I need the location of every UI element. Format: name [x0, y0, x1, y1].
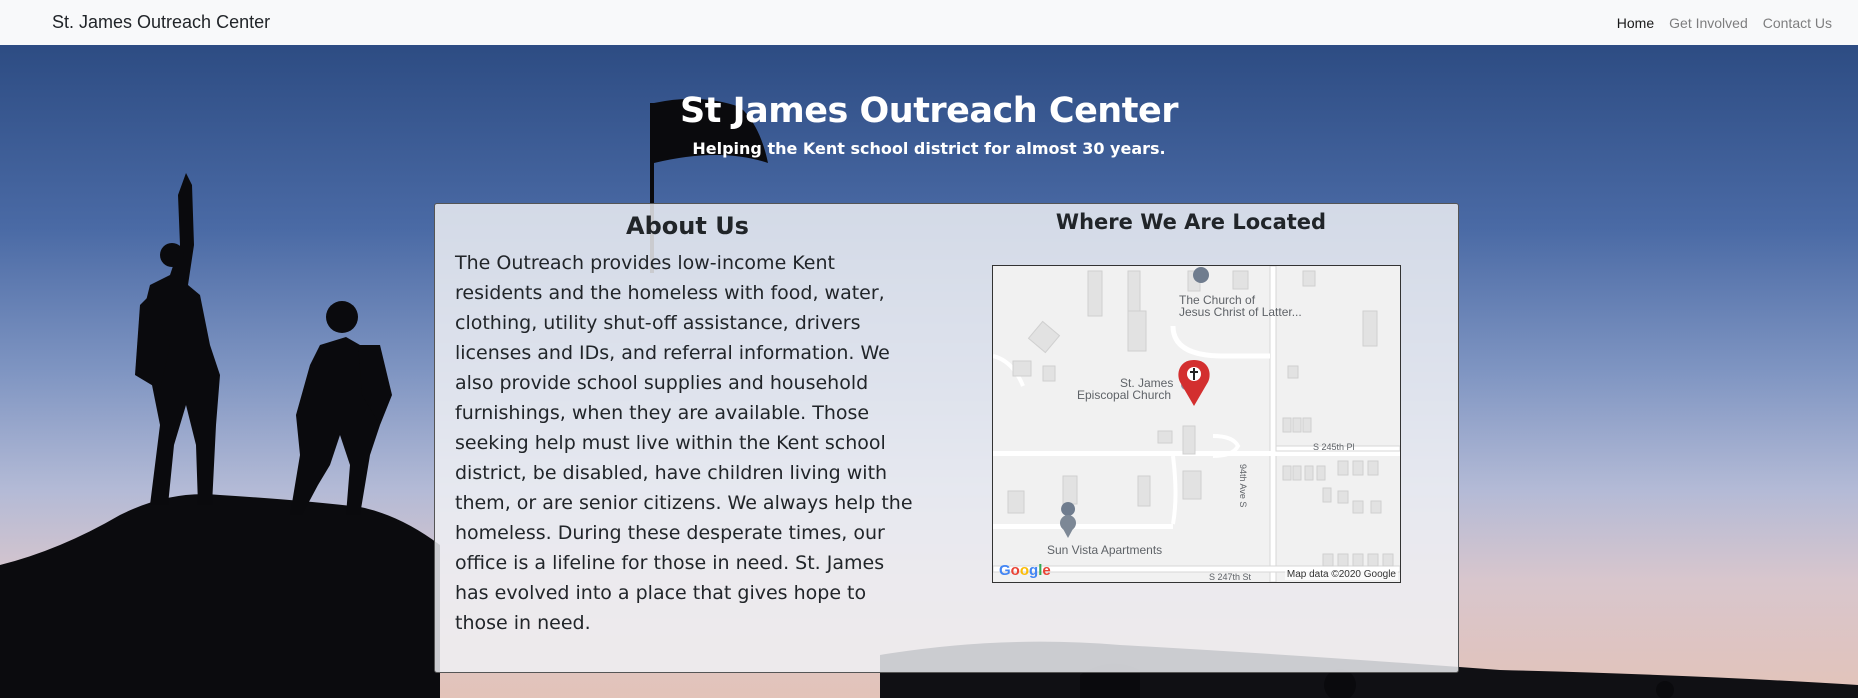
content-card: About Us The Outreach provides low-incom… — [434, 203, 1459, 673]
map-label-s-247th-st: S 247th St — [1209, 572, 1252, 582]
about-section: About Us The Outreach provides low-incom… — [455, 212, 920, 638]
google-logo: Google — [999, 562, 1051, 579]
google-logo-letter: o — [1019, 562, 1030, 579]
nav-link-home[interactable]: Home — [1617, 15, 1654, 31]
google-map[interactable]: The Church of Jesus Christ of Latter... … — [992, 265, 1401, 583]
map-label-stjames-line2: Episcopal Church — [1077, 388, 1172, 402]
location-section: Where We Are Located — [951, 210, 1431, 234]
nav-link-get-involved[interactable]: Get Involved — [1669, 15, 1748, 31]
navbar: St. James Outreach Center Home Get Invol… — [0, 0, 1858, 45]
page-title: St James Outreach Center — [680, 91, 1178, 131]
about-text: The Outreach provides low-income Kent re… — [455, 252, 913, 634]
map-label-lds-church-line2: Jesus Christ of Latter... — [1179, 305, 1302, 319]
map-label-94th-ave-s: 94th Ave S — [1238, 464, 1248, 508]
map-label-apartments: Sun Vista Apartments — [1047, 543, 1163, 557]
hero-title-block: St James Outreach Center Helping the Ken… — [0, 45, 1858, 158]
page-subtitle: Helping the Kent school district for alm… — [692, 139, 1166, 158]
location-heading: Where We Are Located — [1055, 210, 1327, 234]
map-label-s-245th-pl: S 245th Pl — [1313, 442, 1355, 452]
nav-links: Home Get Involved Contact Us — [1617, 15, 1832, 31]
about-heading: About Us — [626, 212, 749, 240]
google-logo-letter: e — [1042, 562, 1051, 579]
google-logo-letter: g — [1029, 562, 1039, 579]
nav-link-contact-us[interactable]: Contact Us — [1763, 15, 1832, 31]
map-attribution[interactable]: Map data ©2020 Google — [1284, 569, 1398, 580]
google-logo-letter: G — [999, 562, 1011, 579]
navbar-brand[interactable]: St. James Outreach Center — [52, 12, 270, 33]
google-logo-letter: o — [1010, 562, 1020, 579]
